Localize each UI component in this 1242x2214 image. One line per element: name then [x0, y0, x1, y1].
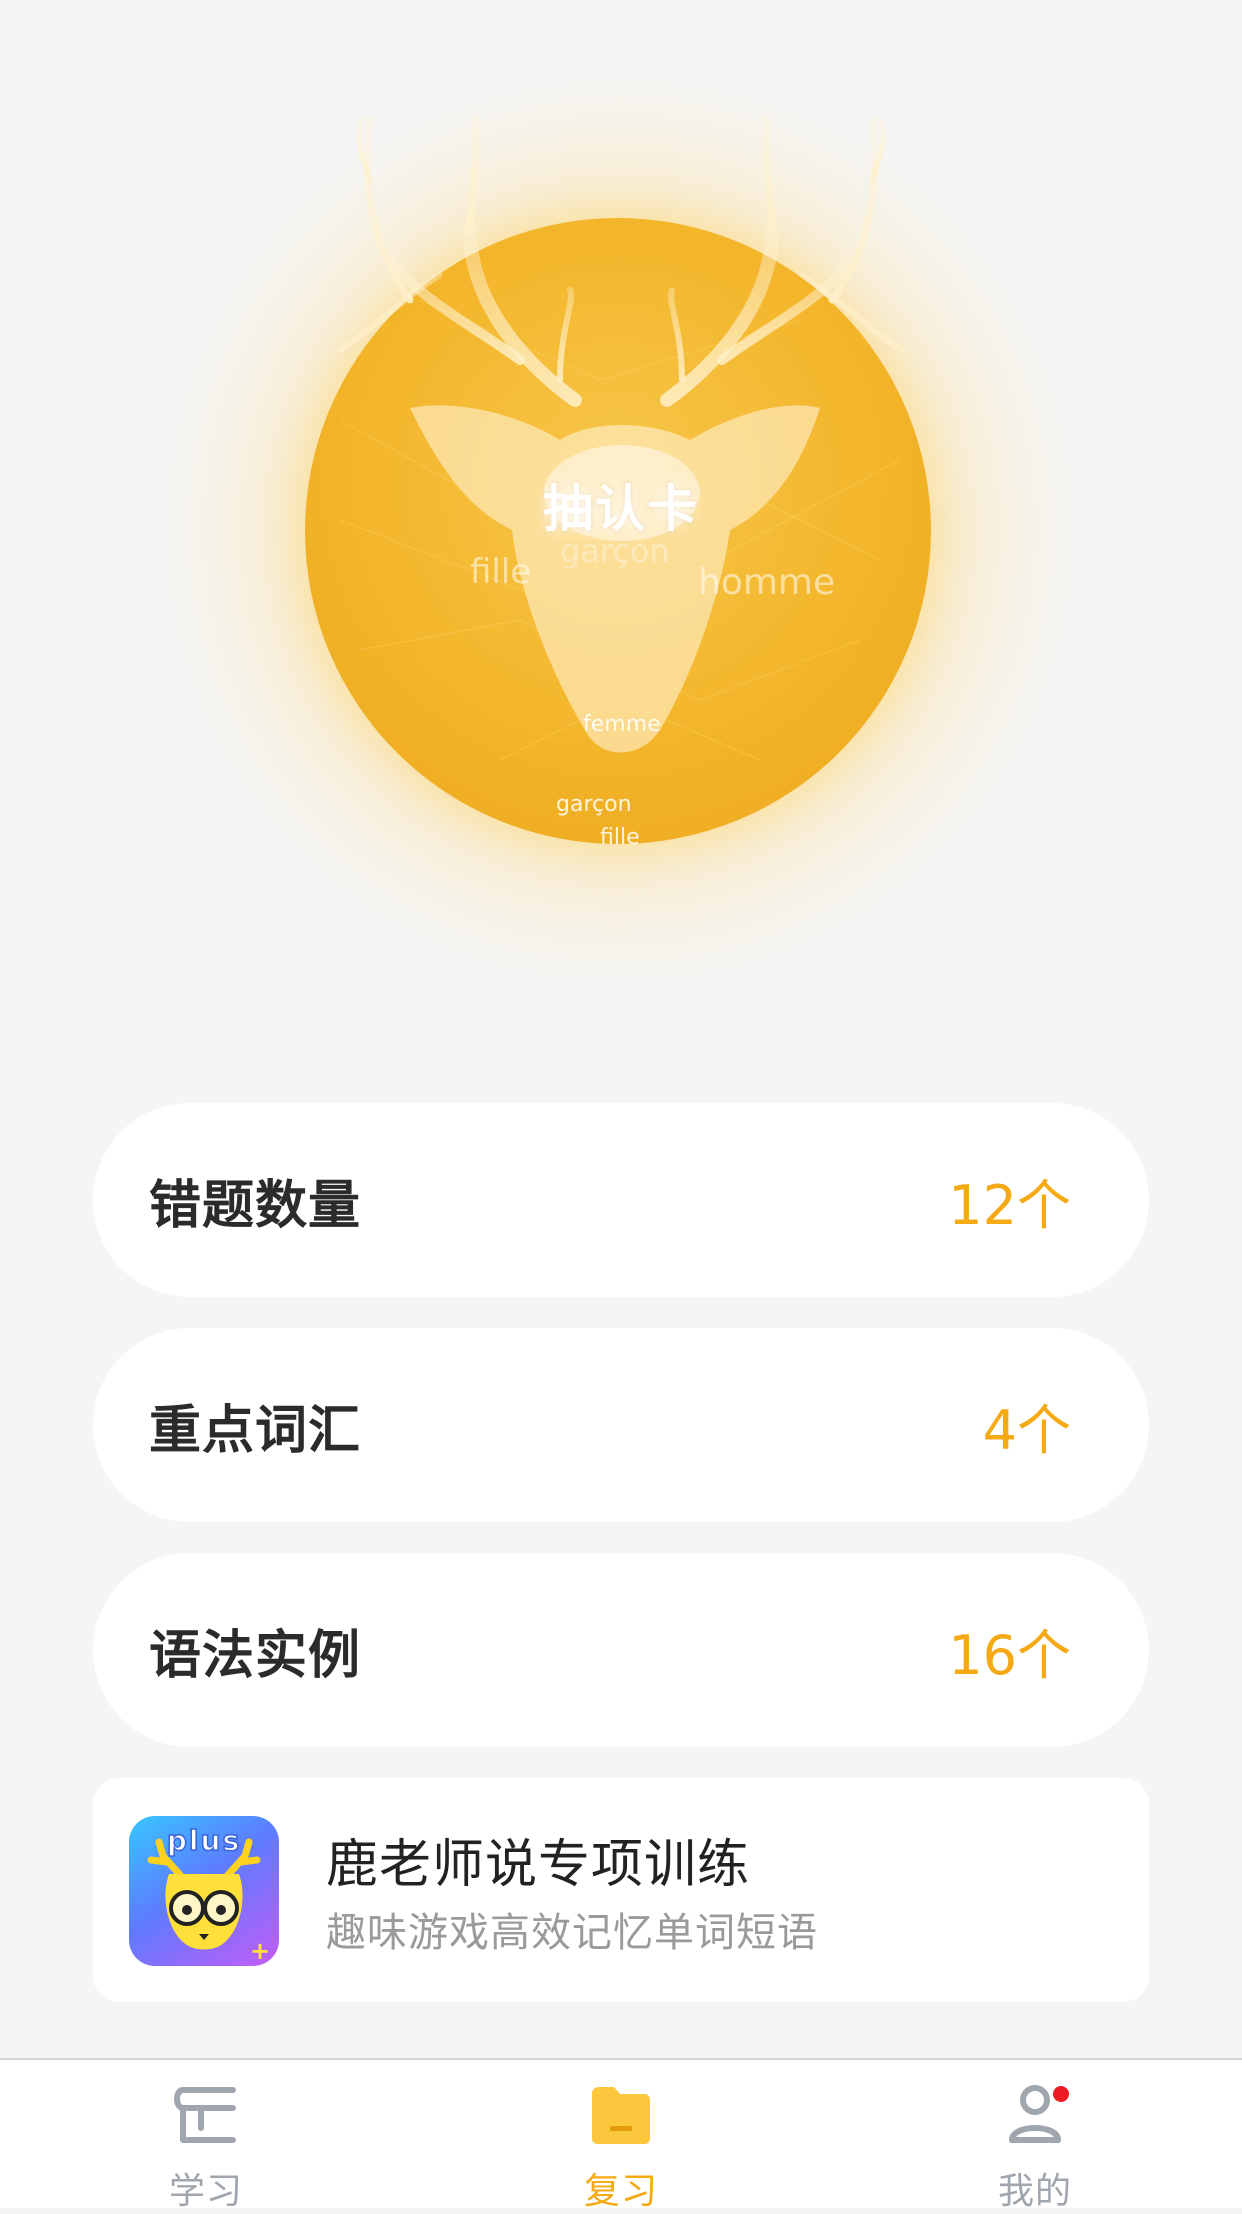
stat-count-value: 16: [948, 1623, 1017, 1687]
tab-mine[interactable]: 我的: [905, 2060, 1165, 2212]
folder-icon: [592, 2087, 650, 2144]
stat-count-value: 4: [982, 1398, 1017, 1462]
floating-word: garçon: [560, 532, 670, 570]
grammar-examples-row[interactable]: 语法实例 16 个: [93, 1553, 1149, 1747]
promo-title: 鹿老师说专项训练: [326, 1835, 751, 1895]
stat-label: 重点词汇: [149, 1400, 362, 1461]
key-vocabulary-row[interactable]: 重点词汇 4个: [93, 1328, 1149, 1522]
stat-count-unit: 个: [1017, 1173, 1071, 1237]
floating-word: femme: [583, 712, 661, 737]
floating-word: fille: [600, 825, 640, 850]
tab-review[interactable]: 复习: [491, 2060, 751, 2212]
promo-subtitle: 趣味游戏高效记忆单词短语: [326, 1910, 818, 1956]
wrong-questions-row[interactable]: 错题数量 12 个: [93, 1103, 1149, 1297]
stat-count: 4个: [983, 1386, 1071, 1465]
tab-label: 我的: [997, 2171, 1072, 2212]
floating-word: fille: [470, 552, 532, 592]
notification-badge: [1053, 2086, 1069, 2102]
stat-label: 语法实例: [149, 1625, 362, 1686]
stat-count-unit: 个: [1017, 1398, 1071, 1462]
floating-word: garçon: [556, 792, 632, 817]
tab-study[interactable]: 学习: [76, 2060, 336, 2212]
special-training-promo[interactable]: + plus 鹿老师说专项训练 趣味游戏高效记忆单词短语: [93, 1778, 1149, 2002]
stat-count: 16 个: [948, 1611, 1071, 1690]
flashcard-label: 抽认卡: [543, 480, 699, 538]
tab-label: 学习: [168, 2171, 243, 2212]
app-logo-icon: + plus: [129, 1816, 279, 1966]
flashcard-hero[interactable]: 抽认卡 fille garçon homme femme garçon fill…: [0, 0, 1242, 1050]
floating-word: homme: [698, 562, 836, 603]
stat-count-unit: 个: [1017, 1623, 1071, 1687]
stat-count-value: 12: [948, 1173, 1017, 1237]
stat-count: 12 个: [948, 1161, 1071, 1240]
stat-label: 错题数量: [149, 1175, 362, 1236]
book-icon: [174, 2087, 236, 2143]
tab-label: 复习: [583, 2171, 658, 2212]
app-logo-text: plus: [167, 1824, 241, 1857]
bottom-tab-bar: 学习 复习 我的: [0, 2058, 1242, 2212]
